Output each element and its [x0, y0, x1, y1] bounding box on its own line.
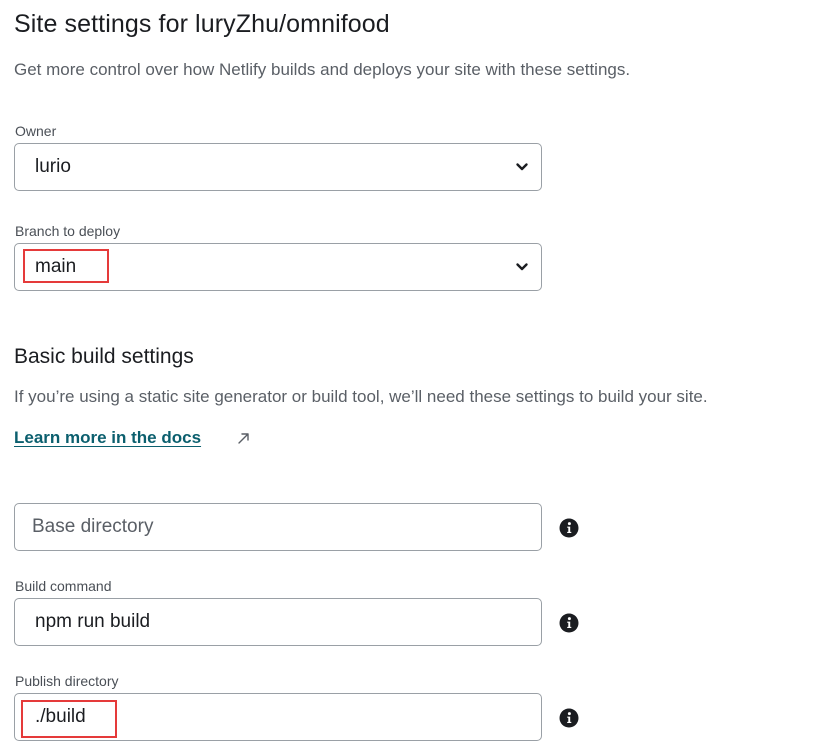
section-description: If you’re using a static site generator …	[14, 387, 708, 406]
info-icon[interactable]	[559, 613, 579, 633]
owner-select[interactable]: lurio	[14, 143, 542, 191]
base-directory-input[interactable]: Base directory	[14, 503, 542, 551]
owner-label: Owner	[15, 123, 57, 139]
page-title: Site settings for luryZhu/omnifood	[14, 10, 390, 38]
branch-label: Branch to deploy	[15, 223, 121, 239]
owner-select-value: lurio	[35, 156, 71, 177]
info-icon[interactable]	[559, 518, 579, 538]
chevron-down-icon	[516, 263, 528, 271]
publish-highlight-box	[21, 700, 117, 738]
build-command-label: Build command	[15, 578, 112, 594]
section-title: Basic build settings	[14, 345, 194, 368]
build-command-input[interactable]: npm run build	[14, 598, 542, 646]
build-command-value: npm run build	[35, 611, 151, 632]
external-link-icon	[238, 433, 249, 444]
docs-link[interactable]: Learn more in the docs	[14, 428, 201, 448]
branch-highlight-box	[23, 249, 109, 283]
base-directory-placeholder: Base directory	[32, 516, 154, 537]
chevron-down-icon	[516, 163, 528, 171]
info-icon[interactable]	[559, 708, 579, 728]
publish-directory-label: Publish directory	[15, 673, 119, 689]
page-subtitle: Get more control over how Netlify builds…	[14, 60, 631, 79]
